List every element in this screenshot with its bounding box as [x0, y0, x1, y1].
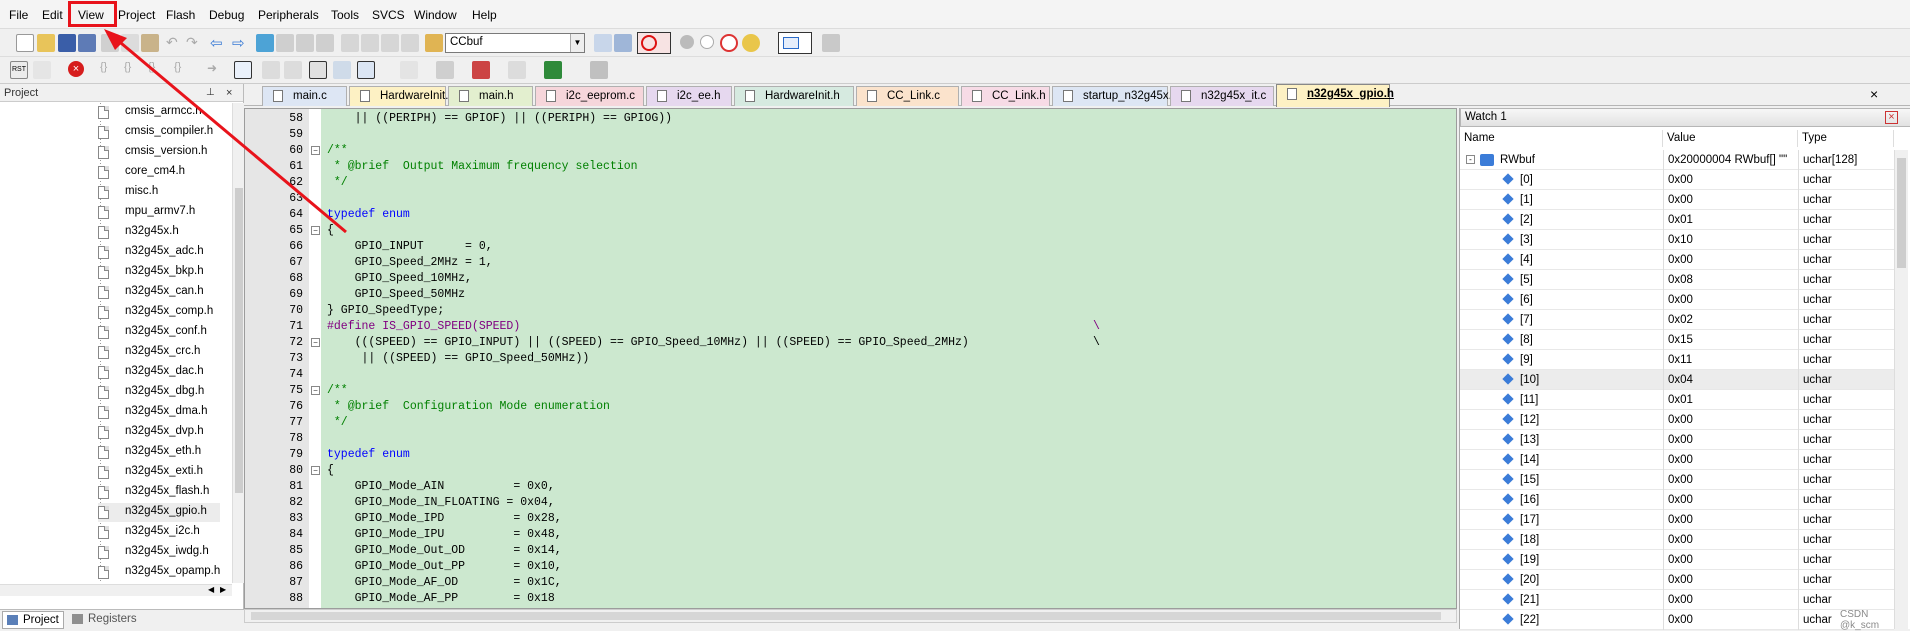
- annotation-arrow: [104, 29, 347, 234]
